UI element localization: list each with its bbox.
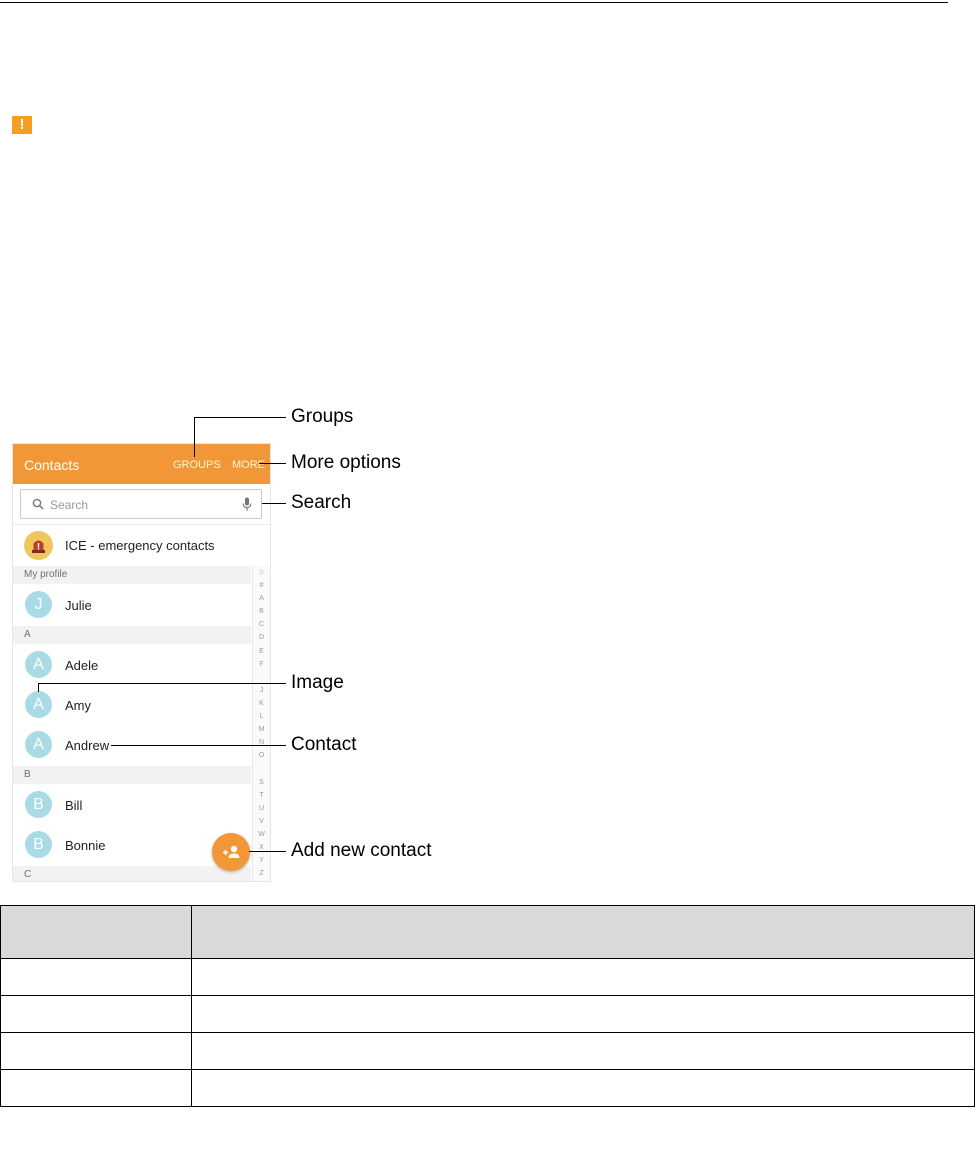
more-button[interactable]: MORE [232, 459, 265, 471]
callout-line-groups [194, 417, 286, 418]
index-letter[interactable]: V [253, 815, 270, 828]
emergency-siren-icon [24, 531, 53, 560]
contact-name: Bill [65, 798, 83, 813]
search-input[interactable]: Search [20, 489, 262, 519]
table-row [0, 958, 975, 996]
index-letter[interactable]: ☆ [253, 566, 270, 579]
top-rule [0, 2, 948, 3]
index-letter[interactable]: X [253, 841, 270, 854]
index-letter[interactable]: K [253, 697, 270, 710]
table-cell [0, 958, 192, 996]
index-letter[interactable]: M [253, 723, 270, 736]
callout-line-image-vertical [38, 683, 39, 692]
index-letter[interactable]: J [253, 684, 270, 697]
contact-name: Andrew [65, 738, 110, 753]
avatar: A [25, 691, 52, 718]
microphone-icon[interactable] [242, 497, 252, 512]
avatar: B [25, 831, 52, 858]
index-letter[interactable]: Z [253, 867, 270, 880]
section-header-my-profile: My profile [13, 566, 251, 584]
table-cell [191, 1032, 975, 1070]
contact-name: Adele [65, 658, 99, 673]
callout-contact: Contact [291, 734, 357, 755]
callout-line-image [38, 683, 286, 684]
description-table [0, 905, 975, 1107]
index-letter[interactable]: O [253, 749, 270, 762]
table-row [0, 1069, 975, 1107]
index-letter[interactable]: L [253, 710, 270, 723]
table-header-row [0, 905, 975, 959]
callout-search: Search [291, 492, 352, 513]
index-letter[interactable]: Y [253, 854, 270, 867]
contact-name: Amy [65, 698, 91, 713]
contacts-screenshot: Contacts GROUPS MORE Search ICE - emerge… [12, 443, 271, 882]
alphabet-index-bar[interactable]: ☆ # A B C D E F · J K L M N O · S T U V W X Y Z [252, 566, 270, 881]
table-cell [191, 1069, 975, 1107]
table-row [0, 1032, 975, 1070]
index-letter[interactable]: T [253, 789, 270, 802]
search-placeholder: Search [50, 498, 89, 512]
callout-add-new-contact: Add new contact [291, 840, 432, 861]
table-header-cell [191, 905, 975, 959]
avatar: A [25, 651, 52, 678]
ice-contacts-row[interactable]: ICE - emergency contacts [13, 525, 270, 566]
callout-line-search [262, 503, 286, 504]
table-cell [0, 995, 192, 1033]
index-letter[interactable]: A [253, 592, 270, 605]
avatar: J [25, 591, 52, 618]
table-row [0, 995, 975, 1033]
contact-row-julie[interactable]: J Julie [13, 585, 251, 625]
app-bar: Contacts GROUPS MORE [13, 444, 270, 484]
callout-line-add [249, 851, 286, 852]
app-title: Contacts [24, 457, 80, 473]
callout-more-options: More options [291, 452, 401, 473]
callout-groups: Groups [291, 406, 354, 427]
index-letter[interactable]: F [253, 658, 270, 671]
avatar: B [25, 791, 52, 818]
add-contact-button[interactable] [212, 833, 250, 871]
groups-button[interactable]: GROUPS [173, 459, 221, 471]
contact-row-amy[interactable]: A Amy [13, 685, 251, 725]
table-cell [0, 1069, 192, 1107]
add-contact-icon [223, 845, 240, 858]
warning-icon: ! [12, 116, 32, 134]
search-icon [32, 498, 44, 510]
contact-name: Julie [65, 598, 92, 613]
avatar: A [25, 731, 52, 758]
contact-row-adele[interactable]: A Adele [13, 645, 251, 685]
index-letter[interactable]: S [253, 776, 270, 789]
index-letter[interactable]: W [253, 828, 270, 841]
index-letter[interactable]: B [253, 605, 270, 618]
index-letter[interactable]: U [253, 802, 270, 815]
callout-line-contact [111, 745, 286, 746]
index-letter[interactable]: D [253, 631, 270, 644]
table-cell [0, 1032, 192, 1070]
index-letter[interactable]: E [253, 645, 270, 658]
index-letter[interactable]: # [253, 579, 270, 592]
search-area: Search [13, 484, 270, 525]
callout-line-groups-vertical [194, 417, 195, 457]
index-letter[interactable]: C [253, 618, 270, 631]
table-header-cell [0, 905, 192, 959]
table-cell [191, 958, 975, 996]
index-letter[interactable]: · [253, 671, 270, 684]
index-letter[interactable]: N [253, 736, 270, 749]
callout-line-more [259, 463, 286, 464]
contact-name: Bonnie [65, 838, 106, 853]
section-header-b: B [13, 766, 251, 784]
section-header-a: A [13, 626, 251, 644]
table-cell [191, 995, 975, 1033]
index-letter[interactable]: · [253, 762, 270, 775]
contact-row-bill[interactable]: B Bill [13, 785, 251, 825]
callout-image: Image [291, 672, 344, 693]
ice-label: ICE - emergency contacts [65, 538, 215, 553]
